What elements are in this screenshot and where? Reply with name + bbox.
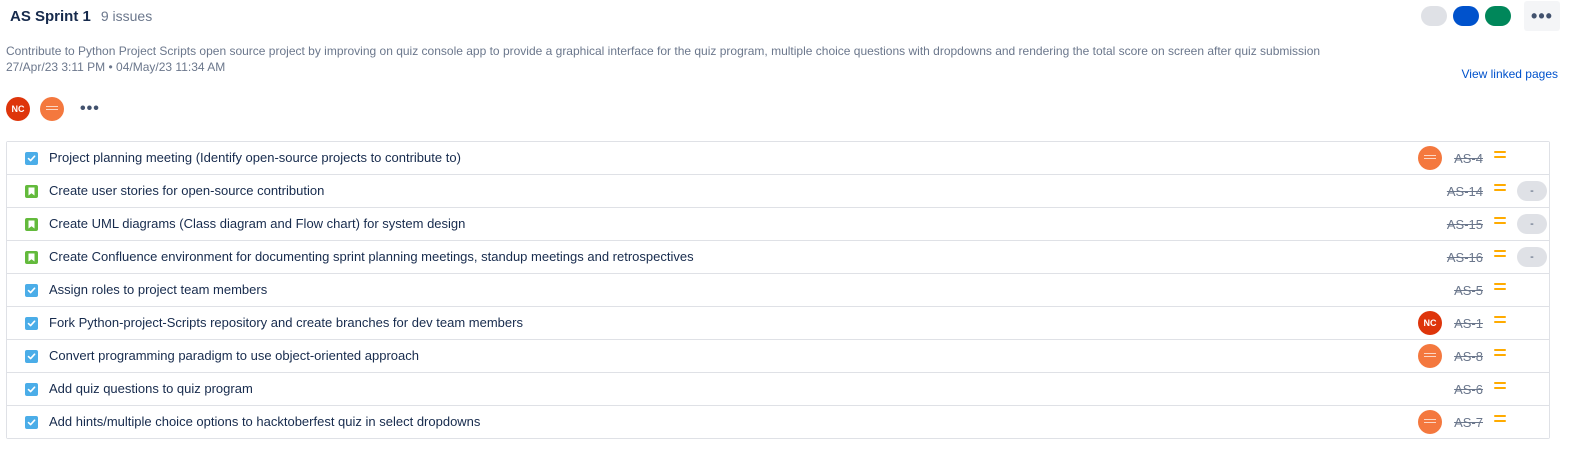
task-icon [25,284,38,297]
issue-summary[interactable]: Add hints/multiple choice options to hac… [49,414,480,429]
sprint-title[interactable]: AS Sprint 1 [10,8,91,25]
story-icon [25,185,38,198]
estimate-badge[interactable]: - [1517,181,1547,201]
assignee-avatar[interactable] [1418,146,1442,170]
view-linked-pages-link[interactable]: View linked pages [1461,67,1558,81]
issue-key[interactable]: AS-8 [1454,349,1483,364]
medium-priority-icon [1494,184,1506,194]
issue-row[interactable]: Fork Python-project-Scripts repository a… [7,307,1549,340]
assignee-filter: NC ••• [6,97,100,121]
avatar[interactable] [40,97,64,121]
issue-key[interactable]: AS-14 [1447,184,1483,199]
avatar-pattern [1424,421,1436,423]
issue-summary[interactable]: Fork Python-project-Scripts repository a… [49,315,523,330]
issue-summary[interactable]: Create user stories for open-source cont… [49,183,324,198]
avatar-initials: NC [11,104,25,114]
avatar-pattern [1424,355,1436,357]
issue-key[interactable]: AS-16 [1447,250,1483,265]
issue-key[interactable]: AS-7 [1454,415,1483,430]
issue-summary[interactable]: Create Confluence environment for docume… [49,249,694,264]
avatar[interactable]: NC [6,97,30,121]
medium-priority-icon [1494,415,1506,425]
issue-key[interactable]: AS-15 [1447,217,1483,232]
issue-row[interactable]: Add quiz questions to quiz program AS-6 [7,373,1549,406]
issue-key[interactable]: AS-4 [1454,151,1483,166]
more-assignees-button[interactable]: ••• [80,100,100,118]
status-todo-pill[interactable] [1421,6,1447,26]
medium-priority-icon [1494,382,1506,392]
medium-priority-icon [1494,217,1506,227]
issue-row[interactable]: Assign roles to project team members AS-5 [7,274,1549,307]
task-icon [25,350,38,363]
assignee-avatar[interactable]: NC [1418,311,1442,335]
issue-row[interactable]: Create user stories for open-source cont… [7,175,1549,208]
avatar-initials: NC [1423,318,1437,328]
task-icon [25,416,38,429]
estimate-badge[interactable]: - [1517,214,1547,234]
story-icon [25,218,38,231]
status-done-pill[interactable] [1485,6,1511,26]
assignee-avatar[interactable] [1418,344,1442,368]
sprint-goal: Contribute to Python Project Scripts ope… [6,44,1321,58]
medium-priority-icon [1494,250,1506,260]
task-icon [25,317,38,330]
medium-priority-icon [1494,151,1506,161]
issue-row[interactable]: Add hints/multiple choice options to hac… [7,406,1549,438]
issue-summary[interactable]: Convert programming paradigm to use obje… [49,348,419,363]
sprint-dates: 27/Apr/23 3:11 PM • 04/May/23 11:34 AM [6,60,226,74]
issue-key[interactable]: AS-6 [1454,382,1483,397]
issue-row[interactable]: Create UML diagrams (Class diagram and F… [7,208,1549,241]
task-icon [25,152,38,165]
sprint-header: AS Sprint 1 9 issues [10,8,152,28]
task-icon [25,383,38,396]
status-inprogress-pill[interactable] [1453,6,1479,26]
issue-summary[interactable]: Project planning meeting (Identify open-… [49,150,461,165]
story-icon [25,251,38,264]
avatar-pattern [46,108,58,110]
estimate-badge[interactable]: - [1517,247,1547,267]
status-summary [1421,6,1511,26]
issue-summary[interactable]: Create UML diagrams (Class diagram and F… [49,216,465,231]
medium-priority-icon [1494,283,1506,293]
issue-key[interactable]: AS-5 [1454,283,1483,298]
issue-row[interactable]: Convert programming paradigm to use obje… [7,340,1549,373]
sprint-more-button[interactable]: ••• [1524,1,1560,31]
issue-summary[interactable]: Assign roles to project team members [49,282,267,297]
issue-count: 9 issues [100,8,153,24]
issue-key[interactable]: AS-1 [1454,316,1483,331]
avatar-pattern [1424,157,1436,159]
issue-list: Project planning meeting (Identify open-… [6,141,1550,439]
issue-row[interactable]: Create Confluence environment for docume… [7,241,1549,274]
issue-summary[interactable]: Add quiz questions to quiz program [49,381,253,396]
issue-row[interactable]: Project planning meeting (Identify open-… [7,142,1549,175]
assignee-avatar[interactable] [1418,410,1442,434]
medium-priority-icon [1494,349,1506,359]
medium-priority-icon [1494,316,1506,326]
